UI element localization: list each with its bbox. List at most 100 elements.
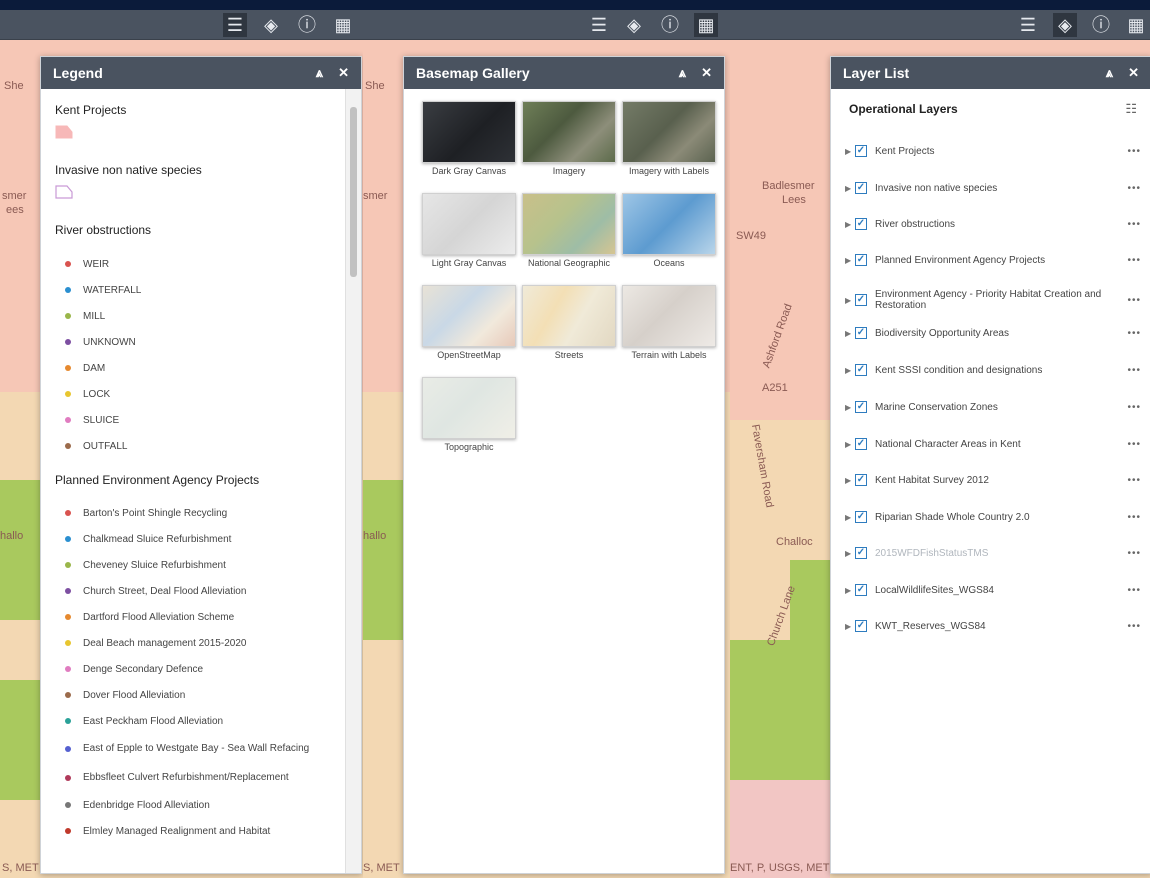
- layer-visibility-checkbox[interactable]: ✓: [855, 584, 867, 596]
- layer-row[interactable]: ▶ ✓ 2015WFDFishStatusTMS •••: [845, 547, 1141, 559]
- layer-visibility-checkbox[interactable]: ✓: [855, 474, 867, 486]
- legend-icon[interactable]: ☰: [1016, 13, 1040, 37]
- layer-visibility-checkbox[interactable]: ✓: [855, 364, 867, 376]
- layer-row[interactable]: ▶ ✓ Marine Conservation Zones •••: [845, 401, 1141, 413]
- layer-row[interactable]: ▶ ✓ River obstructions •••: [845, 218, 1141, 230]
- basemap-tile-light-gray[interactable]: Light Gray Canvas: [422, 193, 516, 268]
- more-options-icon[interactable]: •••: [1119, 475, 1141, 486]
- expand-arrow-icon[interactable]: ▶: [845, 256, 853, 265]
- expand-arrow-icon[interactable]: ▶: [845, 184, 853, 193]
- layer-visibility-checkbox[interactable]: ✓: [855, 327, 867, 339]
- expand-arrow-icon[interactable]: ▶: [845, 220, 853, 229]
- layer-visibility-checkbox[interactable]: ✓: [855, 547, 867, 559]
- layer-row[interactable]: ▶ ✓ Planned Environment Agency Projects •••: [845, 254, 1141, 266]
- expand-arrow-icon[interactable]: ▶: [845, 329, 853, 338]
- legend-item: MILL: [55, 303, 345, 329]
- expand-arrow-icon[interactable]: ▶: [845, 147, 853, 156]
- layer-visibility-checkbox[interactable]: ✓: [855, 620, 867, 632]
- expand-arrow-icon[interactable]: ▶: [845, 296, 853, 305]
- layer-visibility-checkbox[interactable]: ✓: [855, 254, 867, 266]
- basemap-tile-imagery[interactable]: Imagery: [522, 101, 616, 176]
- close-icon[interactable]: ✕: [701, 57, 712, 89]
- legend-item-label: Denge Secondary Defence: [83, 663, 204, 675]
- layer-visibility-checkbox[interactable]: ✓: [855, 145, 867, 157]
- expand-arrow-icon[interactable]: ▶: [845, 476, 853, 485]
- expand-arrow-icon[interactable]: ▶: [845, 513, 853, 522]
- legend-item: Dover Flood Alleviation: [55, 682, 345, 708]
- layer-visibility-checkbox[interactable]: ✓: [855, 511, 867, 523]
- basemap-tile-terrain[interactable]: Terrain with Labels: [622, 285, 716, 360]
- legend-icon[interactable]: ☰: [223, 13, 247, 37]
- more-options-icon[interactable]: •••: [1119, 439, 1141, 450]
- more-options-icon[interactable]: •••: [1119, 219, 1141, 230]
- basemap-tile-osm[interactable]: OpenStreetMap: [422, 285, 516, 360]
- layer-row[interactable]: ▶ ✓ Invasive non native species •••: [845, 182, 1141, 194]
- layer-visibility-checkbox[interactable]: ✓: [855, 438, 867, 450]
- layer-row[interactable]: ▶ ✓ Environment Agency - Priority Habitat …: [845, 289, 1141, 311]
- layer-row[interactable]: ▶ ✓ Kent Habitat Survey 2012 •••: [845, 474, 1141, 486]
- collapse-icon[interactable]: ⩓: [679, 57, 686, 89]
- layer-row[interactable]: ▶ ✓ LocalWildlifeSites_WGS84 •••: [845, 584, 1141, 596]
- filter-options-icon[interactable]: ☷: [1125, 101, 1137, 117]
- more-options-icon[interactable]: •••: [1119, 328, 1141, 339]
- info-icon[interactable]: ⓘ: [295, 13, 319, 37]
- layers-icon[interactable]: ◈: [259, 13, 283, 37]
- more-options-icon[interactable]: •••: [1119, 402, 1141, 413]
- close-icon[interactable]: ✕: [338, 57, 349, 89]
- more-options-icon[interactable]: •••: [1119, 146, 1141, 157]
- collapse-icon[interactable]: ⩓: [316, 57, 323, 89]
- grid-icon[interactable]: ▦: [331, 13, 355, 37]
- legend-item-label: WEIR: [83, 258, 110, 270]
- legend-panel: Legend ⩓ ✕ Kent Projects Invasive non na…: [40, 56, 362, 874]
- info-icon[interactable]: ⓘ: [658, 13, 682, 37]
- grid-icon[interactable]: ▦: [1124, 13, 1148, 37]
- basemap-tile-topographic[interactable]: Topographic: [422, 377, 516, 452]
- layers-icon[interactable]: ◈: [622, 13, 646, 37]
- layer-row[interactable]: ▶ ✓ Kent SSSI condition and designations ••…: [845, 364, 1141, 376]
- expand-arrow-icon[interactable]: ▶: [845, 622, 853, 631]
- more-options-icon[interactable]: •••: [1119, 295, 1141, 306]
- expand-arrow-icon[interactable]: ▶: [845, 403, 853, 412]
- legend-item: Ebbsfleet Culvert Refurbishment/Replacem…: [55, 763, 345, 792]
- more-options-icon[interactable]: •••: [1119, 548, 1141, 559]
- layer-visibility-checkbox[interactable]: ✓: [855, 401, 867, 413]
- point-symbol-icon: [65, 828, 71, 834]
- legend-scrollbar[interactable]: [345, 89, 361, 873]
- more-options-icon[interactable]: •••: [1119, 621, 1141, 632]
- more-options-icon[interactable]: •••: [1119, 365, 1141, 376]
- layer-row[interactable]: ▶ ✓ KWT_Reserves_WGS84 •••: [845, 620, 1141, 632]
- layer-row[interactable]: ▶ ✓ National Character Areas in Kent •••: [845, 438, 1141, 450]
- expand-arrow-icon[interactable]: ▶: [845, 440, 853, 449]
- layer-visibility-checkbox[interactable]: ✓: [855, 182, 867, 194]
- expand-arrow-icon[interactable]: ▶: [845, 586, 853, 595]
- layer-row[interactable]: ▶ ✓ Biodiversity Opportunity Areas •••: [845, 327, 1141, 339]
- more-options-icon[interactable]: •••: [1119, 183, 1141, 194]
- collapse-icon[interactable]: ⩓: [1106, 57, 1113, 89]
- expand-arrow-icon[interactable]: ▶: [845, 366, 853, 375]
- layer-row[interactable]: ▶ ✓ Riparian Shade Whole Country 2.0 •••: [845, 511, 1141, 523]
- layer-row[interactable]: ▶ ✓ Kent Projects •••: [845, 145, 1141, 157]
- expand-arrow-icon[interactable]: ▶: [845, 549, 853, 558]
- legend-icon[interactable]: ☰: [587, 13, 611, 37]
- layers-icon[interactable]: ◈: [1053, 13, 1077, 37]
- more-options-icon[interactable]: •••: [1119, 255, 1141, 266]
- basemap-tile-streets[interactable]: Streets: [522, 285, 616, 360]
- info-icon[interactable]: ⓘ: [1089, 13, 1113, 37]
- close-icon[interactable]: ✕: [1128, 57, 1139, 89]
- grid-icon[interactable]: ▦: [694, 13, 718, 37]
- point-symbol-icon: [65, 443, 71, 449]
- legend-item-label: East Peckham Flood Alleviation: [83, 715, 224, 727]
- widget-toolbar: ☰ ◈ ⓘ ▦: [730, 10, 1150, 40]
- more-options-icon[interactable]: •••: [1119, 585, 1141, 596]
- legend-pane: She smer ees hallo S, MET ☰ ◈ ⓘ ▦ Legend…: [0, 10, 363, 878]
- river-obstruction-list: WEIR WATERFALL MILL UNKNOWN DAM LOCK SLUICE OUT…: [55, 251, 345, 459]
- basemap-tile-oceans[interactable]: Oceans: [622, 193, 716, 268]
- layer-visibility-checkbox[interactable]: ✓: [855, 294, 867, 306]
- point-symbol-icon: [65, 261, 71, 267]
- basemap-tile-natgeo[interactable]: National Geographic: [522, 193, 616, 268]
- more-options-icon[interactable]: •••: [1119, 512, 1141, 523]
- basemap-tile-imagery-labels[interactable]: Imagery with Labels: [622, 101, 716, 176]
- basemap-tile-dark-gray[interactable]: Dark Gray Canvas: [422, 101, 516, 176]
- scroll-thumb[interactable]: [350, 107, 357, 277]
- layer-visibility-checkbox[interactable]: ✓: [855, 218, 867, 230]
